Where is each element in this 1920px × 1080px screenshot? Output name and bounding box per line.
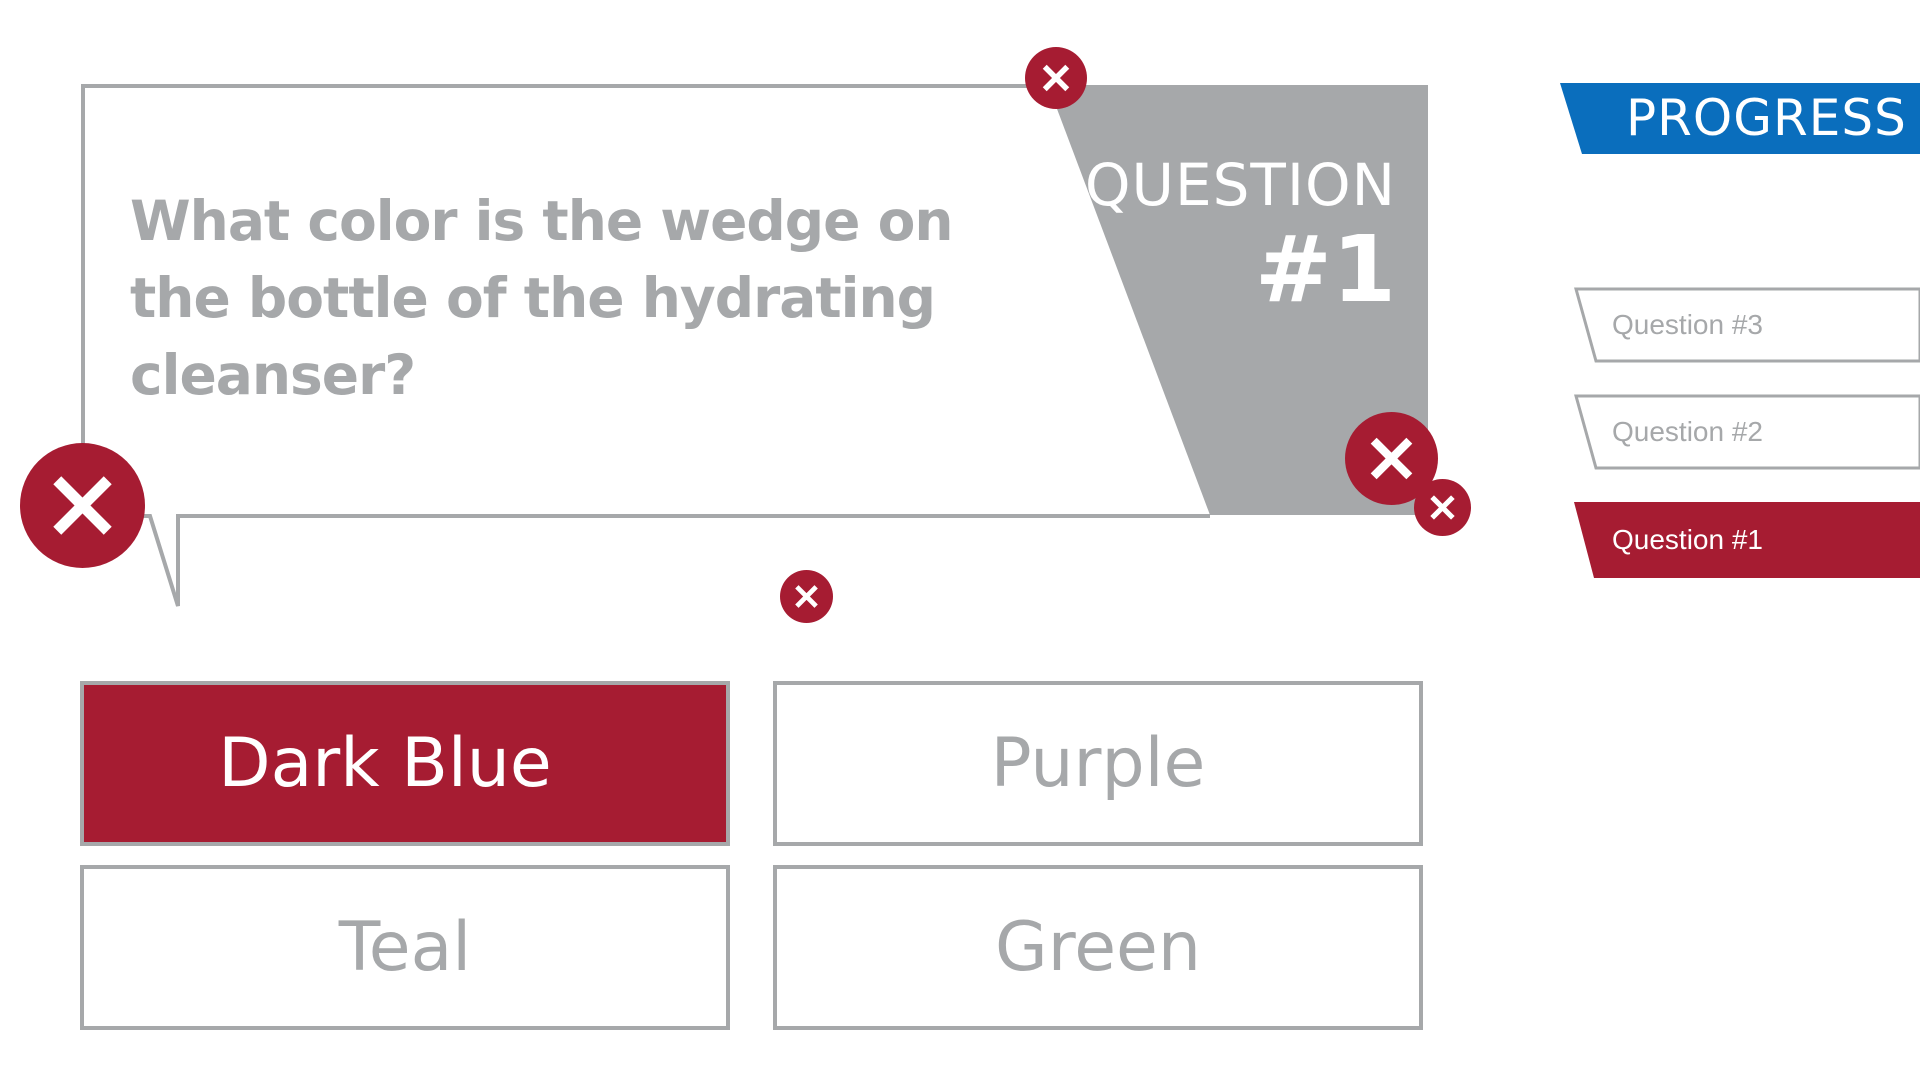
close-button[interactable] — [1025, 47, 1087, 109]
answer-label: Purple — [990, 724, 1206, 803]
question-label-number: #1 — [1254, 216, 1396, 323]
answer-label: Dark Blue — [218, 724, 552, 803]
progress-item-question-1[interactable]: Question #1 — [1574, 502, 1920, 578]
close-button[interactable] — [1414, 479, 1471, 536]
answer-option-green[interactable]: Green — [773, 865, 1423, 1030]
progress-item-label: Question #1 — [1612, 524, 1763, 555]
progress-item-label: Question #2 — [1612, 416, 1763, 447]
close-icon — [795, 585, 818, 608]
answer-option-dark-blue[interactable]: Dark Blue — [80, 681, 730, 846]
question-number-label: QUESTION #1 — [1085, 150, 1396, 320]
close-button[interactable] — [780, 570, 833, 623]
answer-option-teal[interactable]: Teal — [80, 865, 730, 1030]
quiz-screen: What color is the wedge on the bottle of… — [0, 0, 1920, 1080]
answer-label: Teal — [338, 908, 472, 987]
question-label-word: QUESTION — [1084, 151, 1396, 219]
close-icon — [53, 476, 112, 535]
progress-item-question-3[interactable]: Question #3 — [1574, 287, 1920, 363]
question-text: What color is the wedge on the bottle of… — [130, 189, 954, 407]
close-button[interactable] — [20, 443, 145, 568]
answer-label: Green — [995, 908, 1201, 987]
progress-item-label: Question #3 — [1612, 309, 1763, 340]
answer-option-purple[interactable]: Purple — [773, 681, 1423, 846]
close-icon — [1042, 64, 1070, 92]
progress-item-question-2[interactable]: Question #2 — [1574, 394, 1920, 470]
close-icon — [1430, 495, 1455, 520]
progress-header: PROGRESS — [1560, 83, 1920, 154]
